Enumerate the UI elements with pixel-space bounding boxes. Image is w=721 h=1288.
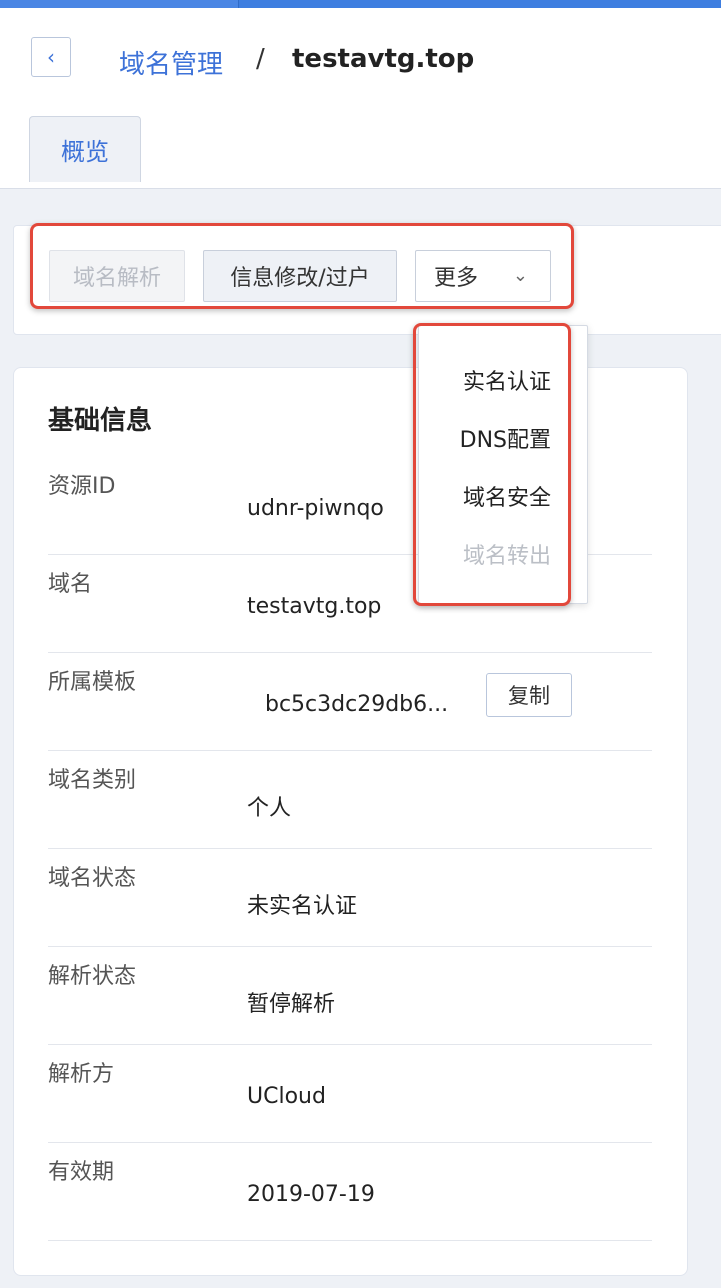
info-value: 个人 — [247, 796, 292, 821]
info-label: 有效期 — [48, 1160, 115, 1185]
info-row-domain-type: 域名类别 个人 — [48, 750, 652, 849]
top-nav-segment — [0, 0, 239, 8]
breadcrumb-parent-link[interactable]: 域名管理 — [119, 44, 223, 81]
info-value: UCloud — [247, 1084, 326, 1109]
info-label: 解析状态 — [48, 964, 137, 989]
breadcrumb-separator: / — [256, 44, 265, 74]
info-row-domain-status: 域名状态 未实名认证 — [48, 848, 652, 947]
info-value: testavtg.top — [247, 594, 382, 619]
page-title: testavtg.top — [292, 44, 475, 74]
tab-overview[interactable]: 概览 — [29, 116, 141, 182]
chevron-left-icon: ‹ — [47, 45, 55, 69]
action-highlight-box — [30, 223, 574, 309]
info-value: 暂停解析 — [247, 992, 336, 1017]
top-nav-bar — [0, 0, 721, 8]
back-button[interactable]: ‹ — [31, 37, 71, 77]
copy-button[interactable]: 复制 — [486, 673, 572, 717]
info-row-resolve-status: 解析状态 暂停解析 — [48, 946, 652, 1045]
info-label: 所属模板 — [48, 670, 137, 695]
copy-label: 复制 — [508, 684, 550, 708]
info-value: bc5c3dc29db6... — [265, 692, 449, 717]
info-row-resolver: 解析方 UCloud — [48, 1044, 652, 1143]
info-label: 域名状态 — [48, 866, 137, 891]
info-label: 域名类别 — [48, 768, 137, 793]
info-label: 解析方 — [48, 1062, 115, 1087]
basic-info-title: 基础信息 — [48, 406, 153, 436]
info-label: 域名 — [48, 572, 93, 597]
info-row-template: 所属模板 bc5c3dc29db6... 复制 — [48, 652, 652, 751]
info-label: 资源ID — [48, 474, 116, 499]
info-value: 未实名认证 — [247, 894, 358, 919]
dropdown-highlight-box — [413, 323, 571, 606]
info-value: udnr-piwnqo — [247, 496, 384, 521]
tab-overview-label: 概览 — [61, 138, 109, 166]
info-row-expiry: 有效期 2019-07-19 — [48, 1142, 652, 1241]
info-value: 2019-07-19 — [247, 1182, 375, 1207]
